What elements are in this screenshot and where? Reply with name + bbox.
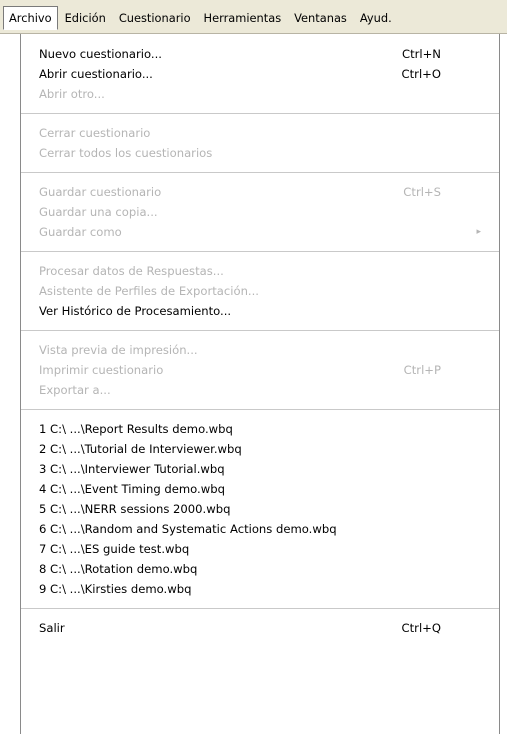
menu-item-label: Abrir cuestionario... [39, 67, 153, 81]
menu-item-label: Guardar una copia... [39, 205, 158, 219]
menu-item-label: Imprimir cuestionario [39, 363, 164, 377]
menu-separator [21, 608, 499, 609]
recent-file-item[interactable]: 1 C:\ ...\Report Results demo.wbq [21, 419, 499, 439]
recent-file-item[interactable]: 9 C:\ ...\Kirsties demo.wbq [21, 579, 499, 599]
menu-item-close-all: Cerrar todos los cuestionarios [21, 143, 499, 163]
menu-archivo[interactable]: Archivo [3, 5, 58, 30]
shortcut-label: Ctrl+Q [401, 621, 441, 635]
menu-item-export-to: Exportar a... [21, 380, 499, 400]
menu-item-label: Vista previa de impresión... [39, 343, 198, 357]
menu-bar: Archivo Edición Cuestionario Herramienta… [0, 0, 507, 34]
menu-item-save-as: Guardar como ▸ [21, 222, 499, 242]
menu-edicion[interactable]: Edición [59, 6, 112, 28]
recent-file-item[interactable]: 6 C:\ ...\Random and Systematic Actions … [21, 519, 499, 539]
menu-separator [21, 172, 499, 173]
chevron-right-icon: ▸ [476, 227, 481, 237]
shortcut-label: Ctrl+O [401, 67, 441, 81]
menu-item-label: Abrir otro... [39, 87, 105, 101]
shortcut-label: Ctrl+P [403, 363, 441, 377]
shortcut-label: Ctrl+N [401, 47, 441, 61]
menu-item-open-questionnaire[interactable]: Abrir cuestionario... Ctrl+O [21, 64, 499, 84]
menu-item-label: Guardar como [39, 225, 122, 239]
menu-separator [21, 113, 499, 114]
recent-file-item[interactable]: 4 C:\ ...\Event Timing demo.wbq [21, 479, 499, 499]
menu-item-label: Cerrar todos los cuestionarios [39, 146, 213, 160]
recent-file-item[interactable]: 3 C:\ ...\Interviewer Tutorial.wbq [21, 459, 499, 479]
menu-item-processing-history[interactable]: Ver Histórico de Procesamiento... [21, 301, 499, 321]
menu-herramientas[interactable]: Herramientas [198, 6, 288, 28]
menu-ventanas[interactable]: Ventanas [288, 6, 353, 28]
recent-file-item[interactable]: 5 C:\ ...\NERR sessions 2000.wbq [21, 499, 499, 519]
menu-item-export-profiles-wizard: Asistente de Perfiles de Exportación... [21, 281, 499, 301]
menu-item-label: Ver Histórico de Procesamiento... [39, 304, 232, 318]
menu-item-label: Nuevo cuestionario... [39, 47, 162, 61]
menu-item-label: Procesar datos de Respuestas... [39, 264, 224, 278]
menu-item-process-responses: Procesar datos de Respuestas... [21, 261, 499, 281]
recent-file-item[interactable]: 8 C:\ ...\Rotation demo.wbq [21, 559, 499, 579]
menu-item-print-preview: Vista previa de impresión... [21, 340, 499, 360]
shortcut-label: Ctrl+S [403, 185, 441, 199]
menu-item-label: Salir [39, 621, 65, 635]
archivo-dropdown-menu: Nuevo cuestionario... Ctrl+N Abrir cuest… [20, 34, 500, 734]
menu-item-label: Exportar a... [39, 383, 111, 397]
menu-item-label: Cerrar cuestionario [39, 126, 151, 140]
menu-item-close-questionnaire: Cerrar cuestionario [21, 123, 499, 143]
menu-separator [21, 409, 499, 410]
menu-separator [21, 330, 499, 331]
menu-cuestionario[interactable]: Cuestionario [113, 6, 197, 28]
menu-item-label: Asistente de Perfiles de Exportación... [39, 284, 259, 298]
menu-item-save-copy: Guardar una copia... [21, 202, 499, 222]
menu-item-label: Guardar cuestionario [39, 185, 162, 199]
menu-item-open-other: Abrir otro... [21, 84, 499, 104]
menu-item-print: Imprimir cuestionario Ctrl+P [21, 360, 499, 380]
menu-item-exit[interactable]: Salir Ctrl+Q [21, 618, 499, 638]
menu-separator [21, 251, 499, 252]
menu-ayuda[interactable]: Ayud. [354, 6, 398, 28]
menu-item-save: Guardar cuestionario Ctrl+S [21, 182, 499, 202]
menu-item-new-questionnaire[interactable]: Nuevo cuestionario... Ctrl+N [21, 44, 499, 64]
recent-file-item[interactable]: 7 C:\ ...\ES guide test.wbq [21, 539, 499, 559]
recent-file-item[interactable]: 2 C:\ ...\Tutorial de Interviewer.wbq [21, 439, 499, 459]
